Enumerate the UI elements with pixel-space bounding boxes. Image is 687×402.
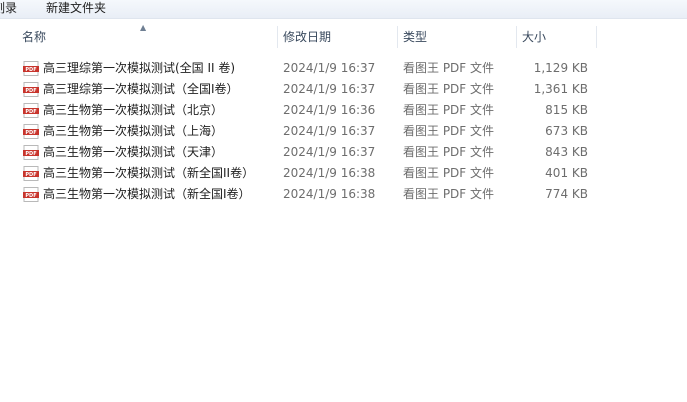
file-date: 2024/1/9 16:37: [283, 145, 376, 159]
file-name: 高三生物第一次模拟测试（新全国II卷）: [43, 166, 255, 180]
burn-button[interactable]: 刻录: [0, 0, 17, 18]
svg-text:PDF: PDF: [25, 109, 36, 115]
file-type: 看图王 PDF 文件: [403, 145, 495, 159]
column-header-row: ▲ 名称 修改日期 类型 大小: [0, 23, 687, 48]
file-name: 高三理综第一次模拟测试（全国I卷）: [43, 82, 239, 96]
pdf-file-icon: PDF: [23, 103, 39, 118]
file-name: 高三生物第一次模拟测试（天津）: [43, 145, 224, 159]
file-name: 高三生物第一次模拟测试（上海）: [43, 124, 224, 138]
command-toolbar: 刻录 新建文件夹: [0, 0, 687, 19]
column-divider[interactable]: [397, 26, 398, 48]
file-type: 看图王 PDF 文件: [403, 82, 495, 96]
pdf-file-icon: PDF: [23, 124, 39, 139]
file-row[interactable]: PDF 高三生物第一次模拟测试（天津） 2024/1/9 16:37 看图王 P…: [0, 142, 687, 163]
file-size: 1,129 KB: [533, 61, 588, 75]
file-type: 看图王 PDF 文件: [403, 61, 495, 75]
file-date: 2024/1/9 16:38: [283, 166, 376, 180]
pdf-file-icon: PDF: [23, 166, 39, 181]
file-type: 看图王 PDF 文件: [403, 124, 495, 138]
file-size: 673 KB: [545, 124, 588, 138]
svg-text:PDF: PDF: [25, 172, 36, 178]
column-header-name[interactable]: 名称: [22, 26, 46, 48]
column-divider[interactable]: [277, 26, 278, 48]
file-size: 401 KB: [545, 166, 588, 180]
file-date: 2024/1/9 16:38: [283, 187, 376, 201]
file-date: 2024/1/9 16:36: [283, 103, 376, 117]
file-date: 2024/1/9 16:37: [283, 124, 376, 138]
svg-text:PDF: PDF: [25, 151, 36, 157]
column-header-date[interactable]: 修改日期: [283, 26, 331, 48]
file-size: 815 KB: [545, 103, 588, 117]
file-size: 774 KB: [545, 187, 588, 201]
column-header-type[interactable]: 类型: [403, 26, 427, 48]
column-header-size[interactable]: 大小: [522, 26, 546, 48]
pdf-file-icon: PDF: [23, 187, 39, 202]
sort-ascending-icon: ▲: [140, 23, 147, 32]
file-name: 高三生物第一次模拟测试（新全国I卷）: [43, 187, 251, 201]
column-divider[interactable]: [516, 26, 517, 48]
file-row[interactable]: PDF 高三生物第一次模拟测试（新全国II卷） 2024/1/9 16:38 看…: [0, 163, 687, 184]
file-row[interactable]: PDF 高三生物第一次模拟测试（北京） 2024/1/9 16:36 看图王 P…: [0, 100, 687, 121]
file-type: 看图王 PDF 文件: [403, 103, 495, 117]
svg-text:PDF: PDF: [25, 88, 36, 94]
file-size: 843 KB: [545, 145, 588, 159]
file-row[interactable]: PDF 高三理综第一次模拟测试(全国 II 卷) 2024/1/9 16:37 …: [0, 58, 687, 79]
file-row[interactable]: PDF 高三生物第一次模拟测试（新全国I卷） 2024/1/9 16:38 看图…: [0, 184, 687, 205]
svg-text:PDF: PDF: [25, 130, 36, 136]
file-name: 高三理综第一次模拟测试(全国 II 卷): [43, 61, 236, 75]
file-type: 看图王 PDF 文件: [403, 166, 495, 180]
file-row[interactable]: PDF 高三生物第一次模拟测试（上海） 2024/1/9 16:37 看图王 P…: [0, 121, 687, 142]
file-type: 看图王 PDF 文件: [403, 187, 495, 201]
pdf-file-icon: PDF: [23, 61, 39, 76]
file-name: 高三生物第一次模拟测试（北京）: [43, 103, 224, 117]
new-folder-button[interactable]: 新建文件夹: [46, 0, 106, 18]
svg-text:PDF: PDF: [25, 193, 36, 199]
file-row[interactable]: PDF 高三理综第一次模拟测试（全国I卷） 2024/1/9 16:37 看图王…: [0, 79, 687, 100]
file-size: 1,361 KB: [533, 82, 588, 96]
pdf-file-icon: PDF: [23, 145, 39, 160]
pdf-file-icon: PDF: [23, 82, 39, 97]
file-date: 2024/1/9 16:37: [283, 61, 376, 75]
column-divider[interactable]: [596, 26, 597, 48]
svg-text:PDF: PDF: [25, 67, 36, 73]
file-date: 2024/1/9 16:37: [283, 82, 376, 96]
